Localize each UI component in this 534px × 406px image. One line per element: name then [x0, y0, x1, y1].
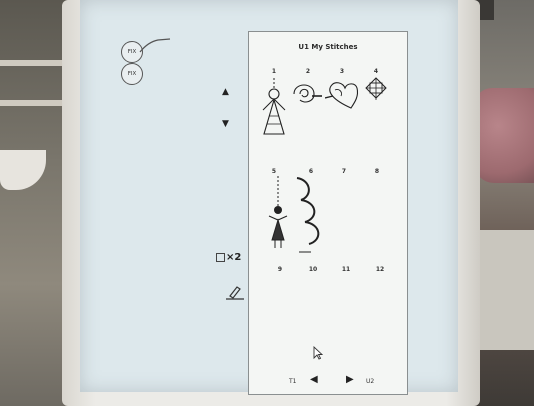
swirl-stitch-icon[interactable] — [290, 78, 324, 108]
slot-number-12: 12 — [375, 266, 385, 273]
background-pillow — [474, 88, 534, 183]
fix-label: FIX — [127, 71, 137, 77]
panel-title: U1 My Stitches — [298, 43, 358, 51]
slot-number-4: 4 — [373, 68, 379, 75]
heart-stitch-icon[interactable] — [325, 78, 359, 112]
prev-page-label: T1 — [289, 378, 297, 385]
slot-number-10: 10 — [308, 266, 318, 273]
slot-number-7: 7 — [341, 168, 347, 175]
background-lamp — [0, 150, 46, 190]
fix-connector-icon — [139, 38, 171, 53]
fix-button-bottom[interactable]: FIX — [121, 63, 143, 85]
slot-number-5: 5 — [271, 168, 277, 175]
stitch-repeat-button[interactable]: ×2 — [216, 252, 241, 263]
triangle-up-icon[interactable]: ▲ — [222, 88, 229, 97]
arrow-left-icon[interactable]: ◀ — [310, 375, 318, 385]
arrow-right-icon[interactable]: ▶ — [346, 375, 354, 385]
stitch-repeat-icon — [216, 253, 225, 262]
ornament-stitch-icon[interactable] — [364, 76, 388, 102]
fix-label: FIX — [127, 49, 137, 55]
slot-number-6: 6 — [308, 168, 314, 175]
pencil-edit-icon[interactable] — [224, 283, 246, 301]
slot-number-3: 3 — [339, 68, 345, 75]
triangle-down-icon[interactable]: ▼ — [222, 120, 229, 129]
girl-figure-stitch-icon[interactable] — [266, 176, 290, 250]
slot-number-9: 9 — [277, 266, 283, 273]
slot-number-11: 11 — [341, 266, 351, 273]
slot-number-2: 2 — [305, 68, 311, 75]
slot-number-8: 8 — [374, 168, 380, 175]
cursor-icon — [313, 346, 323, 360]
scallop-stitch-icon[interactable] — [295, 176, 325, 254]
slot-number-1: 1 — [271, 68, 277, 75]
repeat-count: ×2 — [226, 252, 242, 263]
next-page-label: U2 — [366, 378, 375, 385]
angel-stitch-icon[interactable] — [258, 76, 290, 142]
